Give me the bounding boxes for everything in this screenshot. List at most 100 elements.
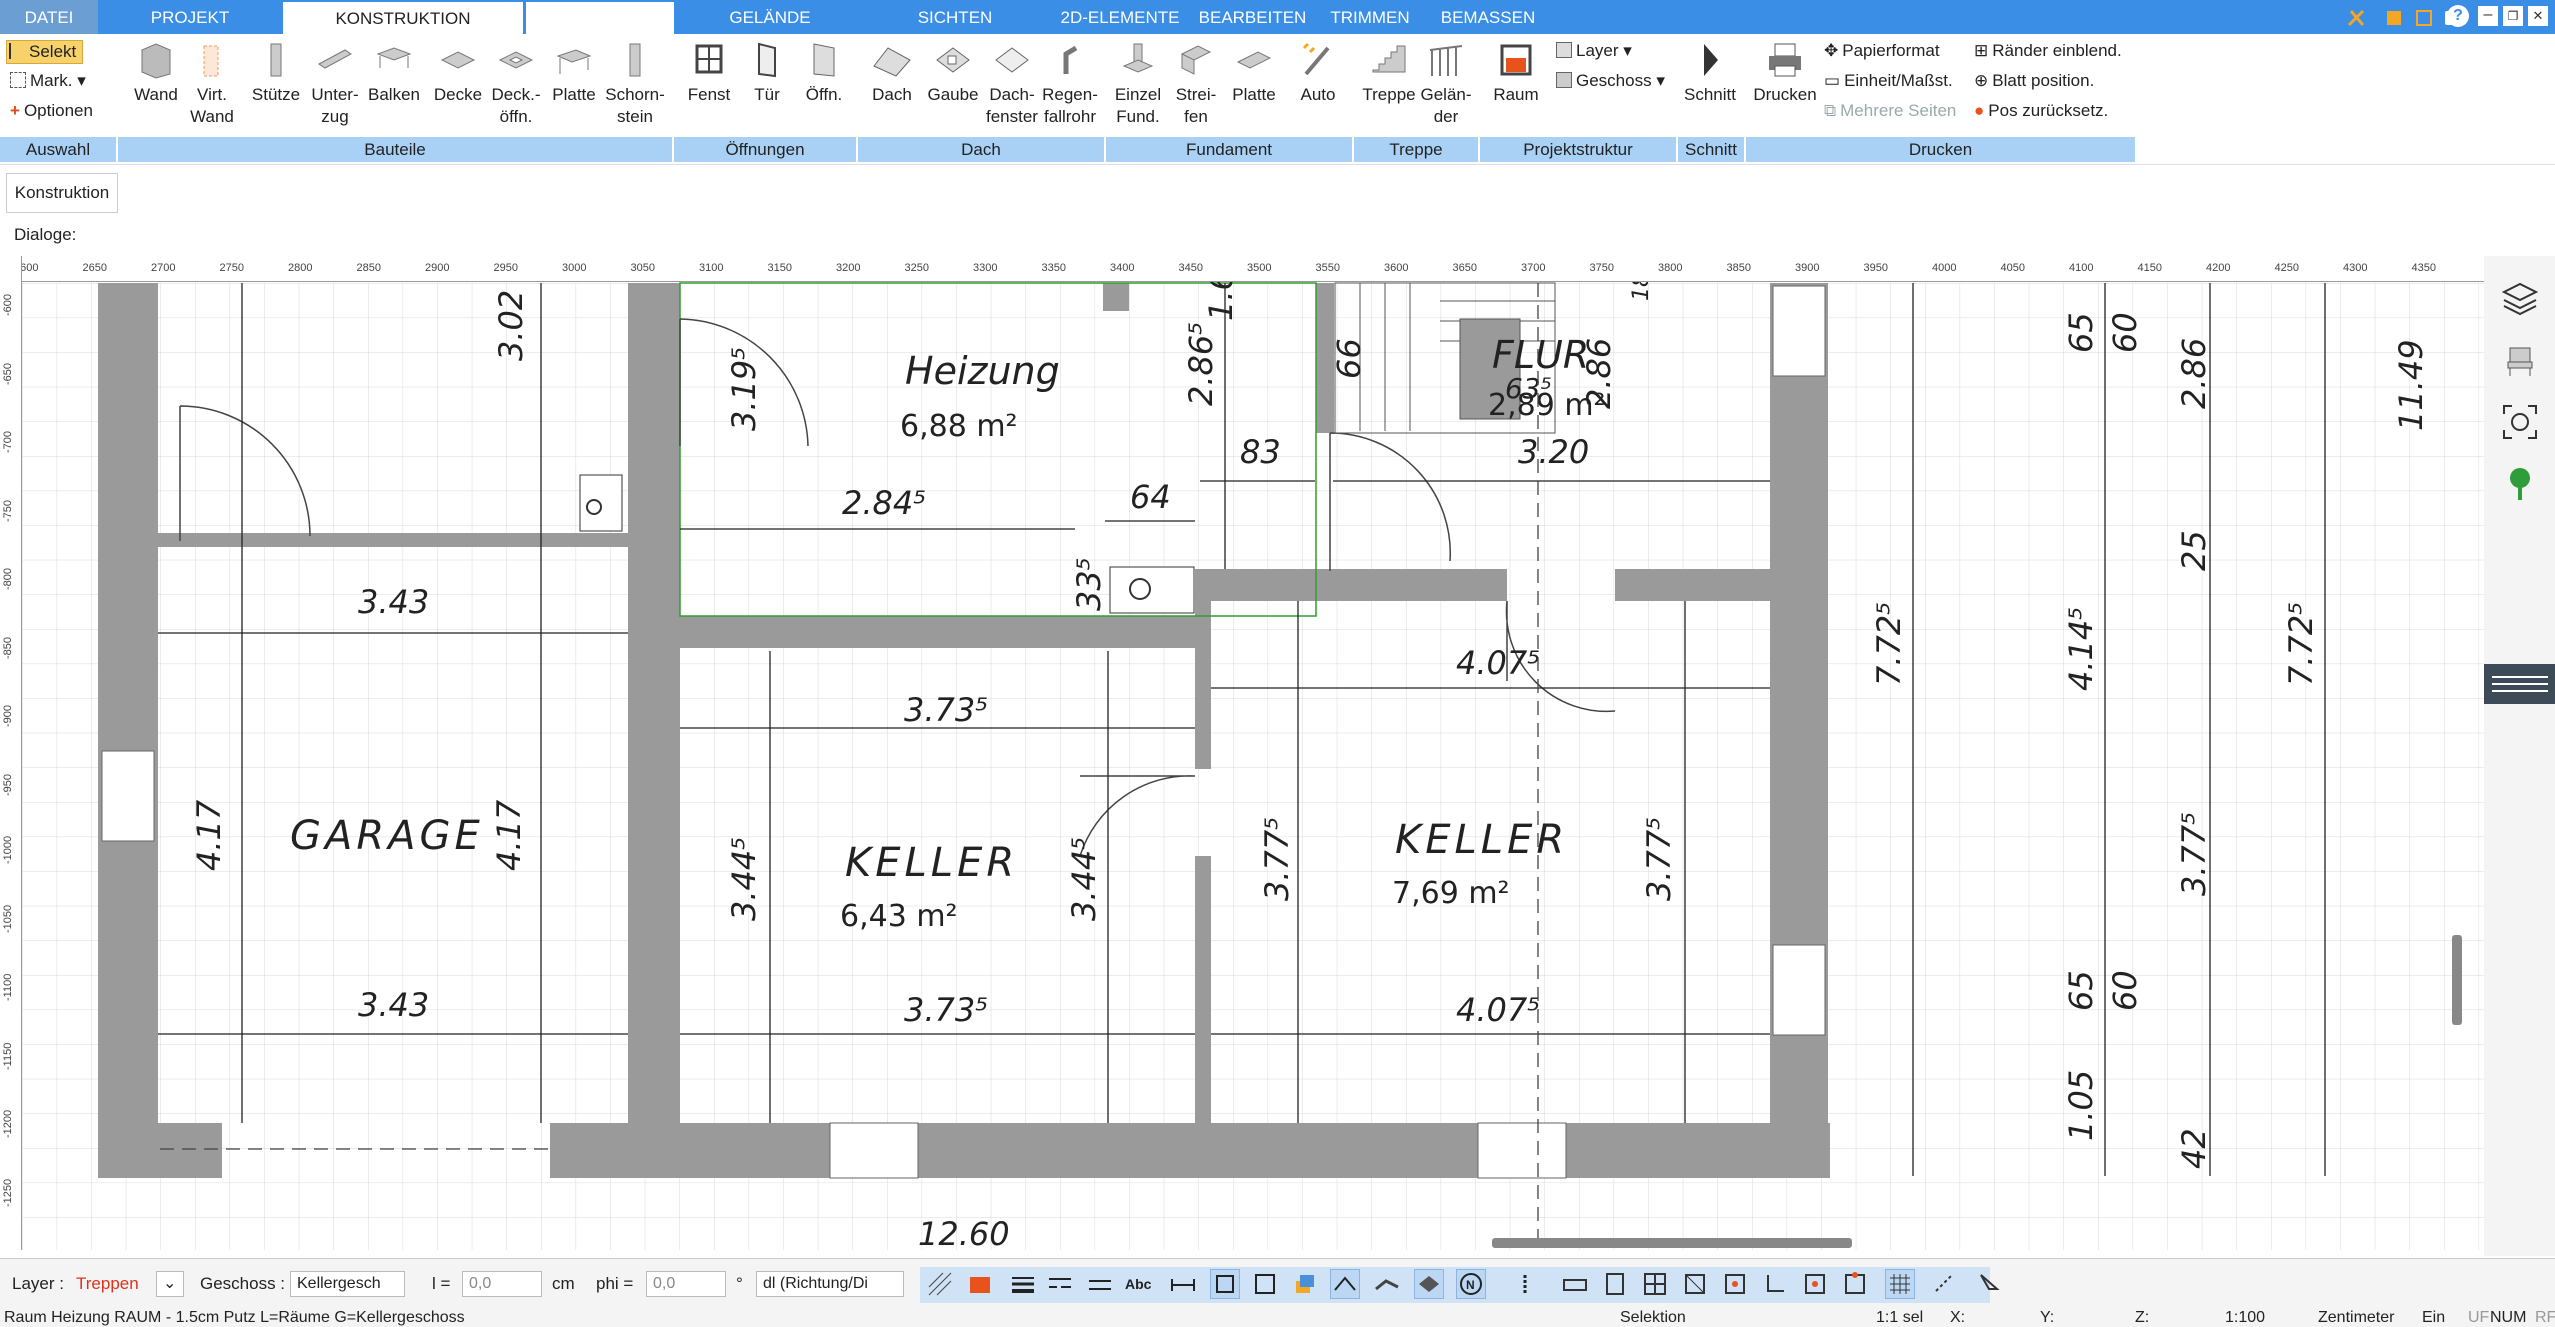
platte-fund-button[interactable]: Platte bbox=[1226, 40, 1282, 106]
line-style-icon[interactable] bbox=[1045, 1269, 1075, 1299]
deckoeffn-button[interactable]: Deck.- öffn. bbox=[488, 40, 544, 128]
schnitt-button[interactable]: Schnitt bbox=[1682, 40, 1738, 106]
streifen-button[interactable]: Strei- fen bbox=[1168, 40, 1224, 128]
tab-gelaende[interactable]: GELÄNDE bbox=[700, 0, 840, 34]
view-snap-icon[interactable] bbox=[1680, 1269, 1710, 1299]
hatch-icon[interactable] bbox=[925, 1269, 955, 1299]
chimney[interactable] bbox=[579, 474, 623, 532]
virt-wand-button[interactable]: Virt. Wand bbox=[186, 40, 238, 128]
view-corner-icon[interactable] bbox=[1760, 1269, 1790, 1299]
geschoss-select[interactable]: Kellergesch bbox=[290, 1271, 405, 1297]
unterzug-button[interactable]: Unter- zug bbox=[306, 40, 364, 128]
fill-icon[interactable] bbox=[965, 1269, 995, 1299]
doc-icon[interactable] bbox=[2387, 11, 2401, 25]
view-page-icon[interactable] bbox=[1600, 1269, 1630, 1299]
floor-plan[interactable]: Heizung 6,88 m² FLUR 2,89 m² GARAGE KELL… bbox=[0, 257, 2490, 1250]
window-keller2[interactable] bbox=[1477, 1122, 1567, 1179]
chair-icon[interactable] bbox=[2500, 340, 2540, 380]
tab-bearbeiten[interactable]: BEARBEITEN bbox=[1195, 0, 1310, 34]
mark-button[interactable]: Mark. ▾ bbox=[10, 70, 86, 92]
regenfallrohr-button[interactable]: Regen- fallrohr bbox=[1040, 40, 1100, 128]
tab-datei[interactable]: DATEI bbox=[0, 0, 98, 34]
decke-button[interactable]: Decke bbox=[430, 40, 486, 106]
horizontal-scrollbar[interactable] bbox=[1492, 1238, 1852, 1248]
drucken-button[interactable]: Drucken bbox=[1752, 40, 1818, 106]
more-icon[interactable] bbox=[1510, 1269, 1540, 1299]
north-icon[interactable]: N bbox=[1456, 1269, 1486, 1299]
layer-dropdown-icon[interactable]: ⌄ bbox=[156, 1271, 184, 1297]
layers-stack-icon[interactable] bbox=[1290, 1269, 1320, 1299]
layers-icon[interactable] bbox=[2500, 278, 2540, 318]
terrain-icon[interactable] bbox=[1372, 1269, 1402, 1299]
side-menu-button[interactable] bbox=[2484, 664, 2555, 704]
pos-zuruecksetz-button[interactable]: ● Pos zurücksetz. bbox=[1974, 100, 2108, 122]
layer-field-value[interactable]: Treppen bbox=[76, 1271, 139, 1297]
einzelfund-button[interactable]: Einzel Fund. bbox=[1110, 40, 1166, 128]
tuer-button[interactable]: Tür bbox=[742, 40, 792, 106]
direction-select[interactable]: dl (Richtung/Di bbox=[756, 1271, 904, 1297]
select-area-icon[interactable] bbox=[1250, 1269, 1280, 1299]
boiler[interactable] bbox=[1109, 566, 1195, 614]
zoom-icon[interactable] bbox=[1085, 1269, 1115, 1299]
gelaender-button[interactable]: Gelän- der bbox=[1416, 40, 1476, 128]
auto-button[interactable]: Auto bbox=[1290, 40, 1346, 106]
window-flur[interactable] bbox=[1772, 285, 1826, 377]
view-raster-icon[interactable] bbox=[1885, 1269, 1915, 1299]
selekt-button[interactable]: Selekt bbox=[6, 40, 84, 64]
raender-button[interactable]: ⊞ Ränder einblend. bbox=[1974, 40, 2122, 62]
roof-view-icon[interactable] bbox=[1330, 1269, 1360, 1299]
tab-konstruktion[interactable]: KONSTRUKTION bbox=[283, 2, 523, 34]
view-midpoint-icon[interactable] bbox=[1840, 1269, 1870, 1299]
view-point-icon[interactable] bbox=[1720, 1269, 1750, 1299]
focus-icon[interactable] bbox=[2500, 402, 2540, 442]
dimension-icon[interactable] bbox=[1168, 1269, 1198, 1299]
konstruktion-tab[interactable]: Konstruktion bbox=[6, 173, 118, 213]
help-icon[interactable]: ? bbox=[2447, 5, 2469, 27]
einheit-button[interactable]: ▭ Einheit/Maßst. bbox=[1824, 70, 1953, 92]
view-grid-icon[interactable] bbox=[1640, 1269, 1670, 1299]
tab-2d-elemente[interactable]: 2D-ELEMENTE bbox=[1050, 0, 1190, 34]
gaube-button[interactable]: Gaube bbox=[924, 40, 982, 106]
treppe-button[interactable]: Treppe bbox=[1358, 40, 1420, 106]
wand-button[interactable]: Wand bbox=[128, 40, 184, 106]
view-2d-icon[interactable] bbox=[1560, 1269, 1590, 1299]
dachfenster-button[interactable]: Dach- fenster bbox=[982, 40, 1042, 128]
tab-projekt[interactable]: PROJEKT bbox=[110, 0, 270, 34]
vertical-scrollbar[interactable] bbox=[2452, 935, 2462, 1025]
view-center-icon[interactable] bbox=[1800, 1269, 1830, 1299]
dach-button[interactable]: Dach bbox=[864, 40, 920, 106]
window-garage[interactable] bbox=[101, 750, 155, 842]
fenst-button[interactable]: Fenst bbox=[682, 40, 736, 106]
view-ortho-icon[interactable] bbox=[1930, 1269, 1960, 1299]
phi-input[interactable]: 0,0 bbox=[646, 1271, 726, 1297]
frame-icon[interactable] bbox=[1210, 1269, 1240, 1299]
l-input[interactable]: 0,0 bbox=[462, 1271, 542, 1297]
balken-button[interactable]: Balken bbox=[366, 40, 422, 106]
tab-blank[interactable] bbox=[526, 2, 674, 34]
text-icon[interactable]: Abc bbox=[1125, 1269, 1155, 1299]
window-keller1[interactable] bbox=[829, 1122, 919, 1179]
close-icon[interactable]: ✕ bbox=[2528, 6, 2548, 26]
tab-bemassen[interactable]: BEMASSEN bbox=[1428, 0, 1548, 34]
drawing-canvas[interactable]: Heizung 6,88 m² FLUR 2,89 m² GARAGE KELL… bbox=[0, 256, 2490, 1250]
window-icon[interactable] bbox=[2416, 10, 2432, 26]
stuetze-button[interactable]: Stütze bbox=[248, 40, 304, 106]
tab-trimmen[interactable]: TRIMMEN bbox=[1320, 0, 1420, 34]
plane-icon[interactable] bbox=[1414, 1269, 1444, 1299]
oeffn-button[interactable]: Öffn. bbox=[798, 40, 850, 106]
blatt-position-button[interactable]: ⊕ Blatt position. bbox=[1974, 70, 2094, 92]
restore-icon[interactable]: ❐ bbox=[2503, 6, 2523, 26]
window-keller-right[interactable] bbox=[1772, 944, 1826, 1036]
view-cursor-icon[interactable] bbox=[1975, 1269, 2005, 1299]
tab-sichten[interactable]: SICHTEN bbox=[890, 0, 1020, 34]
geschoss-button[interactable]: Geschoss ▾ bbox=[1556, 70, 1665, 92]
schornstein-button[interactable]: Schorn- stein bbox=[602, 40, 668, 128]
tools-icon[interactable] bbox=[2347, 9, 2365, 27]
tree-icon[interactable] bbox=[2500, 464, 2540, 504]
platte-button[interactable]: Platte bbox=[548, 40, 600, 106]
line-weight-icon[interactable] bbox=[1008, 1269, 1038, 1299]
layer-button[interactable]: Layer ▾ bbox=[1556, 40, 1632, 62]
papierformat-button[interactable]: ✥ Papierformat bbox=[1824, 40, 1940, 62]
optionen-button[interactable]: + Optionen bbox=[10, 100, 93, 122]
minimize-icon[interactable]: – bbox=[2478, 6, 2498, 26]
